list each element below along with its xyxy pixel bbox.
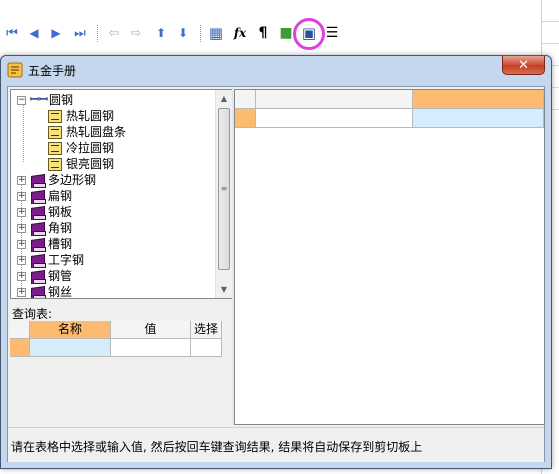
status-bar: 请在表格中选择或输入值, 然后按回车键查询结果, 结果将自动保存到剪切板上 <box>8 427 544 462</box>
scroll-up-icon[interactable]: ▲ <box>216 90 232 107</box>
tree-node-category[interactable]: + 角钢 <box>17 220 72 236</box>
dialog-client: − ꟷꟷ 圆钢 热轧圆钢 热轧圆盘条 冷拉圆钢 银亮圆钢 + 多边形钢 + 扁钢… <box>7 86 545 462</box>
results-grid[interactable] <box>234 89 545 425</box>
row-header-corner <box>235 90 256 109</box>
value-cell[interactable] <box>111 339 191 357</box>
book-icon <box>30 254 46 268</box>
table-row <box>235 109 544 128</box>
expand-icon[interactable]: + <box>17 287 26 297</box>
book-icon <box>30 286 46 298</box>
toolbar-separator <box>97 25 98 42</box>
tree-node-label: 热轧圆盘条 <box>66 125 127 139</box>
column-header[interactable] <box>256 90 413 109</box>
next-record-icon[interactable]: ▶ <box>46 22 66 44</box>
calculator-icon[interactable]: ▦ <box>206 22 226 44</box>
document-icon <box>47 157 63 171</box>
dialog-title: 五金手册 <box>28 64 77 78</box>
handbook-dialog: 五金手册 ✕ − ꟷꟷ 圆钢 热轧圆钢 热轧圆盘条 冷拉圆钢 银亮圆钢 + 多边… <box>0 55 552 469</box>
document-icon <box>47 109 63 123</box>
move-up-icon[interactable]: ⬆ <box>151 22 171 44</box>
column-header-value[interactable]: 值 <box>111 321 191 339</box>
prev-record-icon[interactable]: ◀ <box>24 22 44 44</box>
tree-node-label: 钢管 <box>48 269 73 283</box>
query-table-label: 查询表: <box>12 307 53 321</box>
book-icon <box>30 270 46 284</box>
app-icon <box>7 62 23 78</box>
tree-node-category[interactable]: + 扁钢 <box>17 188 72 204</box>
status-text: 请在表格中选择或输入值, 然后按回车键查询结果, 结果将自动保存到剪切板上 <box>11 440 423 454</box>
scroll-down-icon[interactable]: ▼ <box>216 281 232 298</box>
tree-node-label: 槽钢 <box>48 237 73 251</box>
tree-node-category[interactable]: + 钢管 <box>17 268 72 284</box>
move-down-icon[interactable]: ⬇ <box>173 22 193 44</box>
main-toolbar: ⏮ ◀ ▶ ⏭ ⇦ ⇨ ⬆ ⬇ ▦ fx ¶ ■ ▣ ☰ <box>0 22 559 46</box>
expand-icon[interactable]: + <box>17 191 26 201</box>
book-icon <box>30 222 46 236</box>
name-cell[interactable] <box>30 339 111 357</box>
tree-node-label: 工字钢 <box>48 253 85 267</box>
column-header-select[interactable]: 选择 <box>191 321 222 339</box>
tree-node-child[interactable]: 热轧圆钢 <box>47 108 114 124</box>
close-button[interactable]: ✕ <box>502 56 545 75</box>
first-record-icon[interactable]: ⏮ <box>2 22 22 44</box>
result-cell[interactable] <box>413 109 544 128</box>
tree-node-label: 冷拉圆钢 <box>66 141 115 155</box>
title-bar[interactable]: 五金手册 ✕ <box>1 56 551 84</box>
tree-node-category[interactable]: + 钢丝 <box>17 284 73 299</box>
row-header[interactable] <box>10 339 30 357</box>
list-icon[interactable]: ☰ <box>322 22 342 44</box>
expand-icon[interactable]: + <box>17 207 26 217</box>
tree-node-child[interactable]: 冷拉圆钢 <box>47 140 114 156</box>
tree-node-child[interactable]: 银亮圆钢 <box>47 156 114 172</box>
results-grid-header <box>235 90 544 109</box>
paragraph-icon[interactable]: ¶ <box>253 22 273 44</box>
tree-node-category[interactable]: + 多边形钢 <box>17 172 96 188</box>
tree-scrollbar[interactable]: ▲ ≡ ▼ <box>215 90 232 298</box>
document-icon <box>47 125 63 139</box>
tree-node-label: 多边形钢 <box>48 173 97 187</box>
select-cell[interactable] <box>191 339 222 357</box>
tree-node-root[interactable]: − ꟷꟷ 圆钢 <box>17 92 73 108</box>
row-header[interactable] <box>235 109 256 128</box>
binoculars-icon: ꟷꟷ <box>30 93 48 106</box>
highlight-annotation <box>293 18 325 50</box>
column-header[interactable] <box>413 90 544 109</box>
expand-icon[interactable]: + <box>17 239 26 249</box>
tree-guide-line <box>23 102 24 162</box>
scroll-thumb[interactable]: ≡ <box>218 108 230 270</box>
row-header-corner <box>10 321 30 339</box>
expand-icon[interactable]: + <box>17 175 26 185</box>
tree-node-label: 热轧圆钢 <box>66 109 115 123</box>
tree-node-label: 钢丝 <box>48 285 73 299</box>
column-header-name[interactable]: 名称 <box>30 321 111 339</box>
last-record-icon[interactable]: ⏭ <box>70 22 90 44</box>
book-icon <box>30 206 46 220</box>
table-row <box>10 339 223 357</box>
query-grid-header: 名称 值 选择 <box>10 321 223 339</box>
expand-icon[interactable]: + <box>17 223 26 233</box>
cut-icon[interactable]: ⇦ <box>104 22 124 44</box>
expand-icon[interactable]: + <box>17 255 26 265</box>
book-icon <box>30 190 46 204</box>
category-tree[interactable]: − ꟷꟷ 圆钢 热轧圆钢 热轧圆盘条 冷拉圆钢 银亮圆钢 + 多边形钢 + 扁钢… <box>10 89 233 299</box>
tree-node-label: 圆钢 <box>49 93 74 107</box>
tree-node-category[interactable]: + 工字钢 <box>17 252 84 268</box>
tree-node-category[interactable]: + 钢板 <box>17 204 72 220</box>
tree-node-label: 银亮圆钢 <box>66 157 115 171</box>
book-icon <box>30 174 46 188</box>
toolbar-separator <box>200 25 201 42</box>
tree-node-category[interactable]: + 槽钢 <box>17 236 72 252</box>
forward-icon[interactable]: ⇨ <box>126 22 146 44</box>
result-cell[interactable] <box>256 109 413 128</box>
tree-node-label: 角钢 <box>48 221 73 235</box>
book-icon <box>30 238 46 252</box>
tree-node-label: 钢板 <box>48 205 73 219</box>
function-icon[interactable]: fx <box>230 22 250 44</box>
tree-node-child[interactable]: 热轧圆盘条 <box>47 124 126 140</box>
collapse-icon[interactable]: − <box>17 95 26 105</box>
query-grid[interactable]: 名称 值 选择 <box>10 321 223 357</box>
document-icon <box>47 141 63 155</box>
tree-node-label: 扁钢 <box>48 189 73 203</box>
expand-icon[interactable]: + <box>17 271 26 281</box>
